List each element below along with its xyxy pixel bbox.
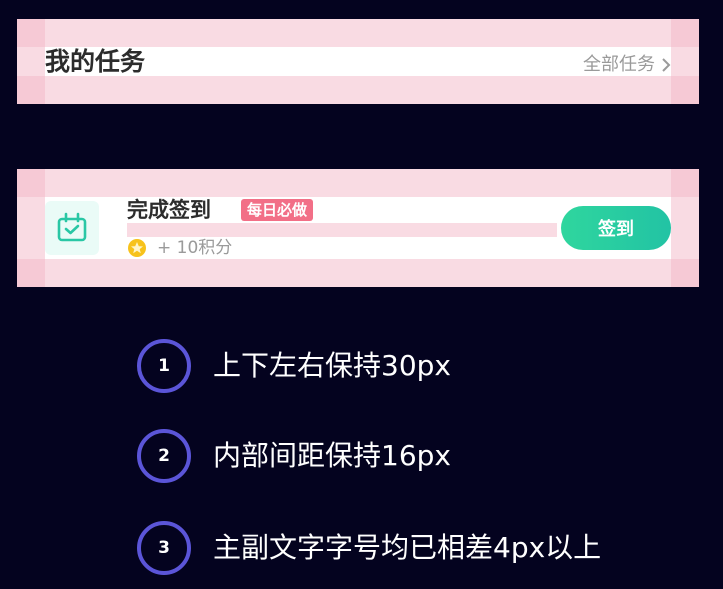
- coin-star-icon: [128, 239, 146, 257]
- spacing-guide-top: [17, 169, 699, 197]
- reward-info: + 10积分: [127, 237, 232, 259]
- calendar-check-icon: [57, 212, 87, 242]
- spacing-guide-left: [17, 19, 45, 104]
- note-number-badge: 3: [137, 521, 191, 575]
- my-tasks-header-card: 我的任务 全部任务: [17, 19, 699, 104]
- task-title: 完成签到: [127, 198, 211, 222]
- all-tasks-link[interactable]: 全部任务: [583, 54, 671, 76]
- spacing-guide-inner: [127, 223, 557, 237]
- checkin-button[interactable]: 签到: [561, 206, 671, 250]
- spacing-guide-bottom: [17, 259, 699, 287]
- spacing-guide-bottom: [17, 76, 699, 104]
- spacing-guide-left: [17, 169, 45, 287]
- chevron-right-icon: [662, 58, 671, 72]
- note-number-badge: 1: [137, 339, 191, 393]
- note-text: 主副文字字号均已相差4px以上: [213, 531, 602, 564]
- annotation-stage: 我的任务 全部任务 完成签到 每日必做 + 10积分 签到 1 上下左右保持30…: [0, 0, 723, 589]
- task-icon-tile: [45, 201, 99, 255]
- spacing-guide-right: [671, 169, 699, 287]
- checkin-task-card: 完成签到 每日必做 + 10积分 签到: [17, 169, 699, 287]
- note-text: 内部间距保持16px: [213, 439, 451, 472]
- spacing-guide-right: [671, 19, 699, 104]
- all-tasks-label: 全部任务: [583, 54, 655, 75]
- daily-badge: 每日必做: [241, 199, 314, 221]
- section-title: 我的任务: [45, 47, 146, 76]
- note-item: 1 上下左右保持30px: [137, 339, 451, 393]
- note-item: 3 主副文字字号均已相差4px以上: [137, 521, 601, 575]
- note-text: 上下左右保持30px: [213, 349, 451, 382]
- spacing-guide-top: [17, 19, 699, 47]
- note-number-badge: 2: [137, 429, 191, 483]
- reward-points: + 10积分: [157, 238, 233, 258]
- note-item: 2 内部间距保持16px: [137, 429, 451, 483]
